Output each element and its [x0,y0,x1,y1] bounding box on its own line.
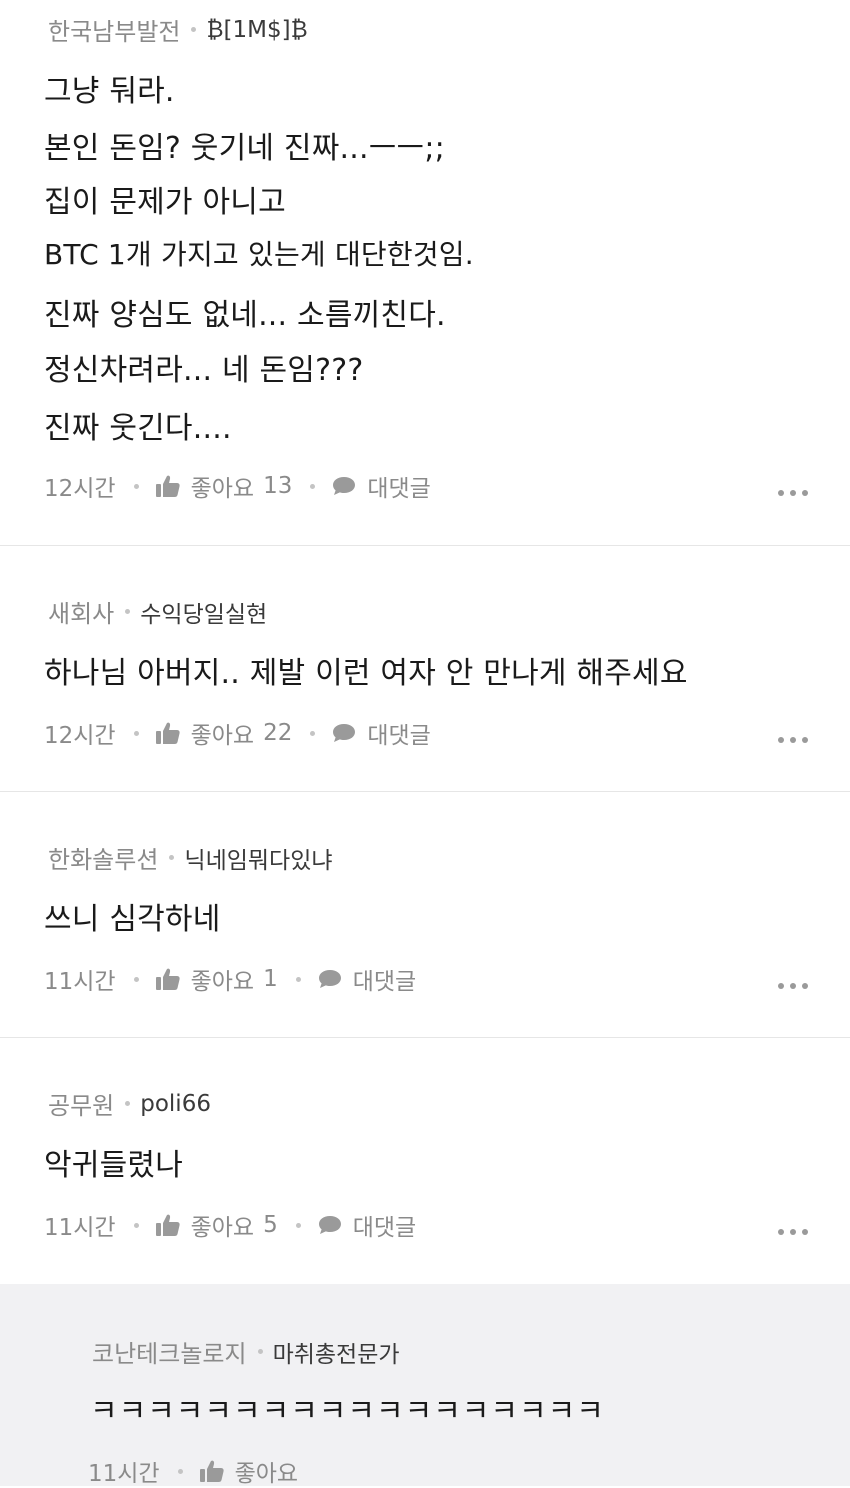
separator-dot [133,483,139,489]
comment-author[interactable]: 한국남부발전 ₿[1M$]₿ [48,12,308,47]
thumbs-up-icon [199,1460,224,1482]
comment-author[interactable]: 공무원 poli66 [48,1086,211,1121]
like-count: 5 [263,1212,278,1238]
like-button[interactable]: 좋아요 22 [155,716,293,750]
like-label: 좋아요 [190,476,255,502]
separator-dot [133,730,139,736]
author-company[interactable]: 코난테크놀로지 [92,1334,247,1369]
reply-label: 대댓글 [367,476,431,502]
separator-dot [191,27,197,32]
like-label: 좋아요 [190,723,255,749]
author-nickname[interactable]: poli66 [140,1091,211,1117]
reply-text-line: ㅋㅋㅋㅋㅋㅋㅋㅋㅋㅋㅋㅋㅋㅋㅋㅋㅋㅋ [90,1394,605,1429]
reply-author[interactable]: 코난테크놀로지 마취총전문가 [92,1334,400,1369]
speech-bubble-icon [333,477,356,495]
separator-dot [295,1222,301,1228]
comment-actions: 12시간 좋아요 13 대댓글 [44,469,431,503]
speech-bubble-icon [318,970,341,988]
comment-card: 한국남부발전 ₿[1M$]₿ 그냥 둬라. 본인 돈임? 웃기네 진짜...ㅡㅡ… [0,0,850,545]
comment-text-line: BTC 1개 가지고 있는게 대단한것임. [44,238,474,271]
author-nickname[interactable]: ₿[1M$]₿ [206,16,307,43]
reply-actions: 11시간 좋아요 [88,1454,298,1488]
separator-dot [310,730,316,736]
comment-time: 11시간 [44,1215,116,1241]
author-nickname[interactable]: 닉네임뭐다있냐 [184,841,332,875]
comment-card: 공무원 poli66 악귀들렸나 11시간 좋아요 5 대댓글 [0,1038,850,1283]
reply-card: 코난테크놀로지 마취총전문가 ㅋㅋㅋㅋㅋㅋㅋㅋㅋㅋㅋㅋㅋㅋㅋㅋㅋㅋ 11시간 좋… [0,1284,850,1488]
speech-bubble-icon [333,724,356,742]
reply-label: 대댓글 [367,723,431,749]
reply-button[interactable]: 대댓글 [331,469,431,503]
comment-actions: 11시간 좋아요 1 대댓글 [44,962,416,996]
like-label: 좋아요 [190,1215,255,1241]
comment-text-line: 그냥 둬라. [44,74,175,109]
separator-dot [125,609,131,614]
thumbs-up-icon [155,1214,180,1236]
thumbs-up-icon [155,968,180,990]
comment-text-line: 진짜 웃긴다.... [44,411,232,446]
more-options-icon[interactable] [778,983,808,989]
reply-button[interactable]: 대댓글 [317,1208,416,1242]
like-button[interactable]: 좋아요 13 [155,469,293,503]
comment-time: 12시간 [44,476,116,502]
comment-time: 12시간 [44,723,116,749]
comment-text-line: 쓰니 심각하네 [44,902,221,937]
comment-card: 한화솔루션 닉네임뭐다있냐 쓰니 심각하네 11시간 좋아요 1 대댓글 [0,792,850,1037]
like-button[interactable]: 좋아요 [199,1454,298,1488]
comment-actions: 12시간 좋아요 22 대댓글 [44,716,431,750]
comment-text-line: 정신차려라... 네 돈임??? [44,353,364,388]
author-company[interactable]: 새회사 [48,594,114,629]
comment-author[interactable]: 새회사 수익당일실현 [48,594,267,629]
reply-time: 11시간 [88,1461,160,1487]
more-options-icon[interactable] [778,1229,808,1235]
comment-actions: 11시간 좋아요 5 대댓글 [44,1208,416,1242]
comment-text-line: 집이 문제가 아니고 [44,185,286,220]
separator-dot [169,855,175,860]
like-count: 22 [263,720,293,746]
like-button[interactable]: 좋아요 1 [155,962,278,996]
like-label: 좋아요 [190,969,255,995]
comment-text-line: 본인 돈임? 웃기네 진짜...ㅡㅡ;; [44,131,445,166]
comment-author[interactable]: 한화솔루션 닉네임뭐다있냐 [48,840,333,875]
separator-dot [257,1349,263,1354]
comment-text-line: 악귀들렸나 [44,1148,183,1183]
more-options-icon[interactable] [778,737,808,743]
more-options-icon[interactable] [778,490,808,496]
like-count: 1 [263,966,278,992]
reply-button[interactable]: 대댓글 [331,716,431,750]
author-company[interactable]: 한화솔루션 [48,840,158,875]
author-company[interactable]: 한국남부발전 [48,12,180,47]
author-nickname[interactable]: 수익당일실현 [140,595,267,629]
thumbs-up-icon [155,475,180,497]
separator-dot [133,976,139,982]
separator-dot [295,976,301,982]
like-count: 13 [263,473,293,499]
reply-label: 대댓글 [352,969,417,995]
reply-button[interactable]: 대댓글 [317,962,416,996]
separator-dot [133,1222,139,1228]
comment-time: 11시간 [44,969,116,995]
separator-dot [177,1468,183,1474]
comment-text-line: 진짜 양심도 없네... 소름끼친다. [44,298,446,333]
author-nickname[interactable]: 마취총전문가 [273,1335,400,1369]
author-company[interactable]: 공무원 [48,1086,114,1121]
speech-bubble-icon [318,1216,341,1234]
like-button[interactable]: 좋아요 5 [155,1208,278,1242]
like-label: 좋아요 [234,1461,299,1487]
separator-dot [310,483,316,489]
thumbs-up-icon [155,722,180,744]
separator-dot [125,1101,131,1106]
comment-card: 새회사 수익당일실현 하나님 아버지.. 제발 이런 여자 안 만나게 해주세요… [0,546,850,791]
reply-label: 대댓글 [352,1215,417,1241]
comment-text-line: 하나님 아버지.. 제발 이런 여자 안 만나게 해주세요 [44,656,688,691]
